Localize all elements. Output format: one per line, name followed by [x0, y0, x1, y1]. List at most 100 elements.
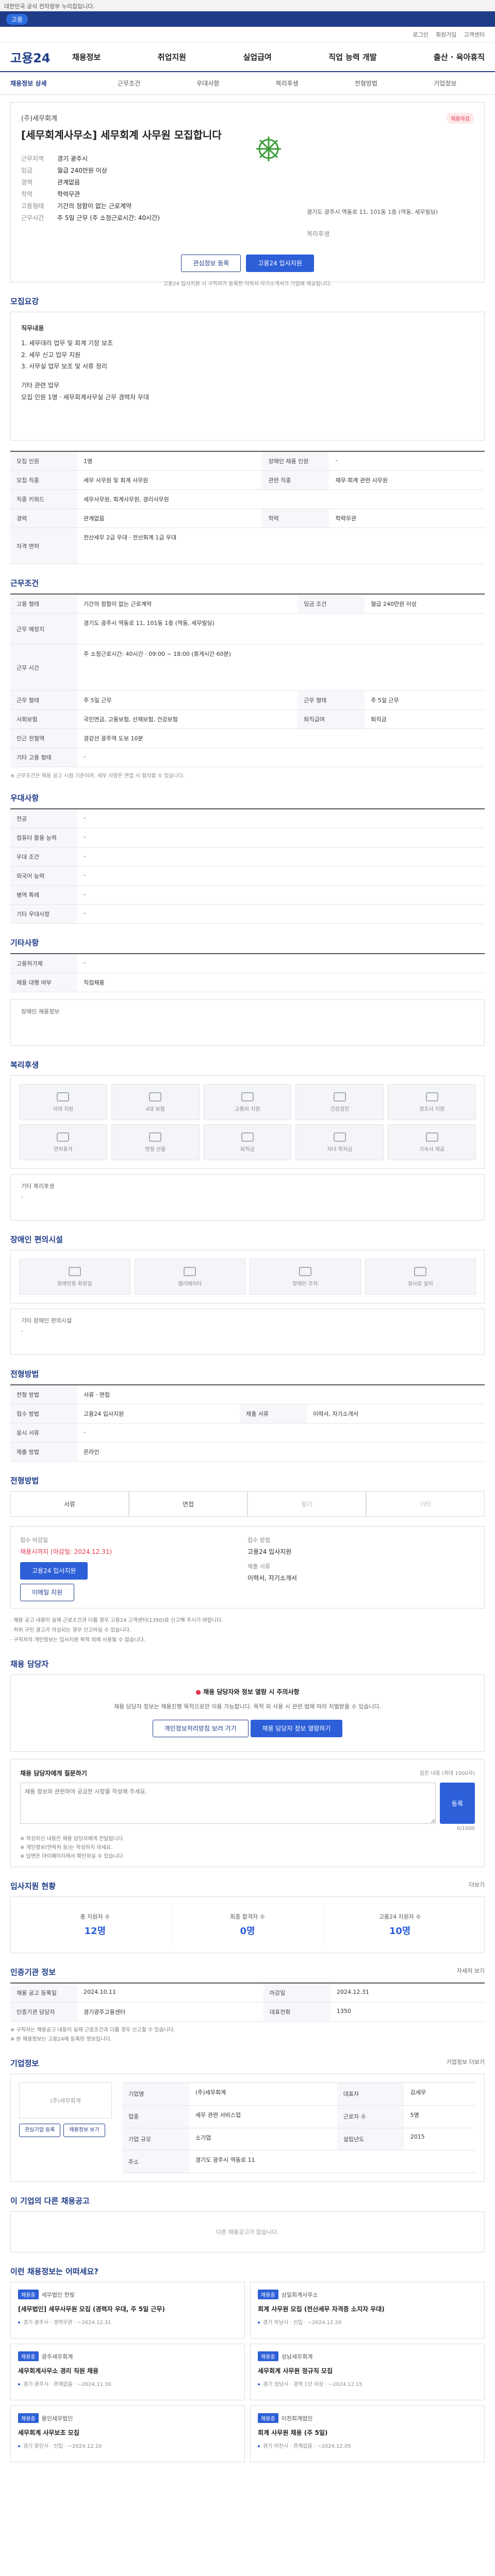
table-row: 주소 경기도 광주시 역동로 11: [122, 2150, 476, 2173]
menu-employment-support[interactable]: 취업지원: [158, 52, 186, 62]
recommend-card[interactable]: 채용중 광주세무회계 세무회계사무소 경리 직원 채용 경기 광주시 · 관계없음…: [10, 2344, 245, 2400]
apply-button[interactable]: 고용24 입사지원: [246, 255, 314, 272]
table-row: 모집 인원 1명 장애인 채용 인원 -: [10, 451, 485, 471]
work-conditions-table: 고용 형태 기간의 정함이 없는 근로계약 임금 조건 월급 240만원 이상 근무 …: [10, 594, 485, 767]
scrap-button[interactable]: 관심정보 등록: [181, 255, 241, 272]
table-row: 채용 공고 등록일 2024.10.11 마감일 2024.12.31: [10, 1983, 485, 2003]
job-desc-line: 1. 세무대리 업무 및 회계 기장 보조: [21, 339, 113, 347]
gift-icon: [425, 1092, 438, 1101]
recommend-card[interactable]: 채용중 성남세무회계 세무회계 사무원 정규직 모집 경기 성남시 · 경력 1년…: [250, 2344, 485, 2400]
section-title-welfare: 복리후생: [10, 1060, 39, 1070]
section-title-etc: 기타사항: [10, 938, 39, 947]
job-description: 직무내용 1. 세무대리 업무 및 회계 기장 보조 2. 세무 신고 업무 지…: [10, 312, 485, 440]
table-row: 업종 세무 관련 서비스업 근로자 수 5명: [122, 2105, 476, 2128]
tab-company[interactable]: 기업정보: [406, 79, 485, 88]
view-manager-button[interactable]: 채용 담당자 정보 열람하기: [250, 1720, 343, 1737]
table-row: 근무 형태 주 5일 근무 근무 형태 주 5일 근무: [10, 690, 485, 710]
welfare-item: 경조사 지원: [388, 1084, 476, 1120]
stats-more-link[interactable]: 더보기: [469, 1880, 485, 1889]
label-region: 근무지역: [21, 155, 44, 162]
facility-item: 장애인용 화장실: [19, 1259, 130, 1295]
tab-work-conditions[interactable]: 근무조건: [89, 79, 168, 88]
method-etc: 기타: [366, 1491, 485, 1517]
table-row: 기업명 (주)세무회계 대표자 김세무: [122, 2082, 476, 2106]
privacy-policy-button[interactable]: 개인정보처리방침 보러 가기: [152, 1720, 249, 1737]
email-apply-button[interactable]: 이메일 지원: [20, 1584, 75, 1601]
apply-method-options: 서류 면접 필기 기타: [10, 1491, 485, 1517]
value-salary: 월급 240만원 이상: [57, 167, 107, 174]
recommend-card[interactable]: 채용중 세무법인 한빛 [세무법인] 세무사무원 모집 (경력자 우대, 주 5일…: [10, 2282, 245, 2338]
table-row: 고용 형태 기간의 정함이 없는 근로계약 임금 조건 월급 240만원 이상: [10, 594, 485, 614]
global-nav: 고용24 채용정보 취업지원 실업급여 직업 능력 개발 출산 · 육아휴직: [0, 42, 495, 72]
table-row: 기타 고용 형태 -: [10, 748, 485, 767]
disabled-other: 기타 장애인 편의시설 -: [10, 1309, 485, 1355]
recommend-card[interactable]: 채용중 삼일회계사무소 회계 사무원 모집 (전산세무 자격증 소지자 우대) 경…: [250, 2282, 485, 2338]
job-desc-line: 기타 관련 업무: [21, 382, 59, 389]
menu-vocational-training[interactable]: 직업 능력 개발: [328, 52, 376, 62]
apply-stats: 총 지원자 수 12명 최종 합격자 수 0명 고용24 지원자 수 10명: [10, 1896, 485, 1953]
info-more-link[interactable]: 자세히 보기: [457, 1967, 485, 1975]
company-table: 기업명 (주)세무회계 대표자 김세무 업종 세무 관련 서비스업 근로자 수 5명 기업 …: [122, 2082, 476, 2173]
section-title-apply-method: 전형방법: [10, 1476, 39, 1485]
login-link[interactable]: 로그인: [413, 30, 428, 39]
tab-welfare[interactable]: 복리후생: [248, 79, 326, 88]
warning-notes: · 채용 공고 내용이 실제 근로조건과 다를 경우 고용24 고객센터(135…: [10, 1618, 223, 1643]
etc-table: 고용허가제 - 채용 대행 여부 직접채용: [10, 953, 485, 992]
help-link[interactable]: 고객센터: [464, 30, 485, 39]
value-type: 기간의 정함이 없는 근로계약: [57, 202, 131, 210]
table-row: 응시 서류 -: [10, 1423, 485, 1443]
value-region: 경기 광주시: [57, 155, 88, 162]
menu-jobs[interactable]: 채용정보: [72, 52, 101, 62]
section-title-other-jobs: 이 기업의 다른 채용공고: [10, 2196, 90, 2206]
favorite-company-button[interactable]: 관심기업 등록: [19, 2124, 61, 2137]
contact-apply-button[interactable]: 고용24 입사지원: [20, 1562, 88, 1580]
tab-summary[interactable]: 채용정보 상세: [10, 79, 89, 88]
section-title-work: 근무조건: [10, 579, 39, 588]
prefer-table: 전공 - 컴퓨터 활용 능력 - 우대 조건 - 외국어 능력 - 병역 특례 - 기타 …: [10, 808, 485, 924]
disabled-info-button[interactable]: 장애인 채용정보: [21, 1008, 59, 1015]
table-row: 전공 -: [10, 809, 485, 828]
money-icon: [241, 1132, 254, 1142]
value-edu: 학력무관: [57, 191, 80, 198]
menu-unemployment-benefit[interactable]: 실업급여: [243, 52, 272, 62]
table-row: 우대 조건 -: [10, 847, 485, 867]
menu-parental-leave[interactable]: 출산 · 육아휴직: [434, 52, 485, 62]
site-logo[interactable]: 고용24: [10, 48, 72, 66]
value-career: 관계없음: [57, 179, 80, 186]
parking-icon: [299, 1266, 311, 1276]
welfare-item: 건강검진: [295, 1084, 384, 1120]
table-row: 채용 대행 여부 직접채용: [10, 973, 485, 992]
table-row: 인근 전철역 경강선 광주역 도보 10분: [10, 728, 485, 748]
tab-process[interactable]: 전형방법: [326, 79, 405, 88]
company-more-link[interactable]: 기업정보 더보기: [447, 2058, 485, 2066]
signup-link[interactable]: 회원가입: [436, 30, 456, 39]
facility-item: 장애인 주차: [250, 1259, 361, 1295]
section-title-stats: 입사지원 현황 더보기: [10, 1880, 485, 1891]
recommend-card[interactable]: 채용중 용인세무법인 세무회계 사무보조 모집 경기 용인시 · 신입 · ~20…: [10, 2405, 245, 2462]
inquiry-textarea[interactable]: [20, 1783, 436, 1824]
company-jobs-button[interactable]: 채용정보 보기: [63, 2124, 105, 2137]
stat-final: 최종 합격자 수 0명: [172, 1905, 324, 1944]
job-desc-line: 2. 세무 신고 업무 지원: [21, 351, 81, 359]
label-edu: 학력: [21, 191, 33, 198]
table-row: 기타 우대사항 -: [10, 904, 485, 924]
table-row: 접수 방법 고용24 입사지원 제출 서류 이력서, 자기소개서: [10, 1404, 485, 1423]
table-row: 자격 면허 전산세무 2급 우대 · 전산회계 1급 우대: [10, 528, 485, 564]
table-row: 병역 특례 -: [10, 885, 485, 905]
main-menu: 채용정보 취업지원 실업급여 직업 능력 개발 출산 · 육아휴직: [72, 52, 485, 62]
label-salary: 임금: [21, 167, 33, 174]
manager-box: ● 채용 담당자와 정보 열람 시 주의사항 채용 담당자 정보는 채용진행 목…: [10, 1674, 485, 1752]
table-row: 기업 규모 소기업 설립년도 2015: [122, 2128, 476, 2151]
tab-preferences[interactable]: 우대사항: [169, 79, 248, 88]
table-row: 직종 키워드 세무사무원, 회계사무원, 경리사무원: [10, 489, 485, 509]
table-row: 컴퓨터 활용 능력 -: [10, 828, 485, 848]
work-note: ※ 근무조건은 채용 공고 시점 기준이며, 세부 사항은 면접 시 협의할 수…: [10, 773, 185, 779]
section-title-job-desc: 모집요강: [10, 297, 39, 306]
company-name[interactable]: (주)세무회계: [21, 113, 474, 123]
facility-item: 경사로 설치: [365, 1259, 476, 1295]
inquiry-submit-button[interactable]: 등록: [439, 1783, 475, 1824]
welfare-item: 퇴직금: [203, 1124, 292, 1160]
other-jobs-empty: 다른 채용공고가 없습니다.: [10, 2211, 485, 2252]
recommend-card[interactable]: 채용중 이천회계법인 회계 사무원 채용 (주 5일) 경기 이천시 · 관계없음…: [250, 2405, 485, 2462]
section-title-info: 인증기관 정보 자세히 보기: [10, 1967, 485, 1977]
